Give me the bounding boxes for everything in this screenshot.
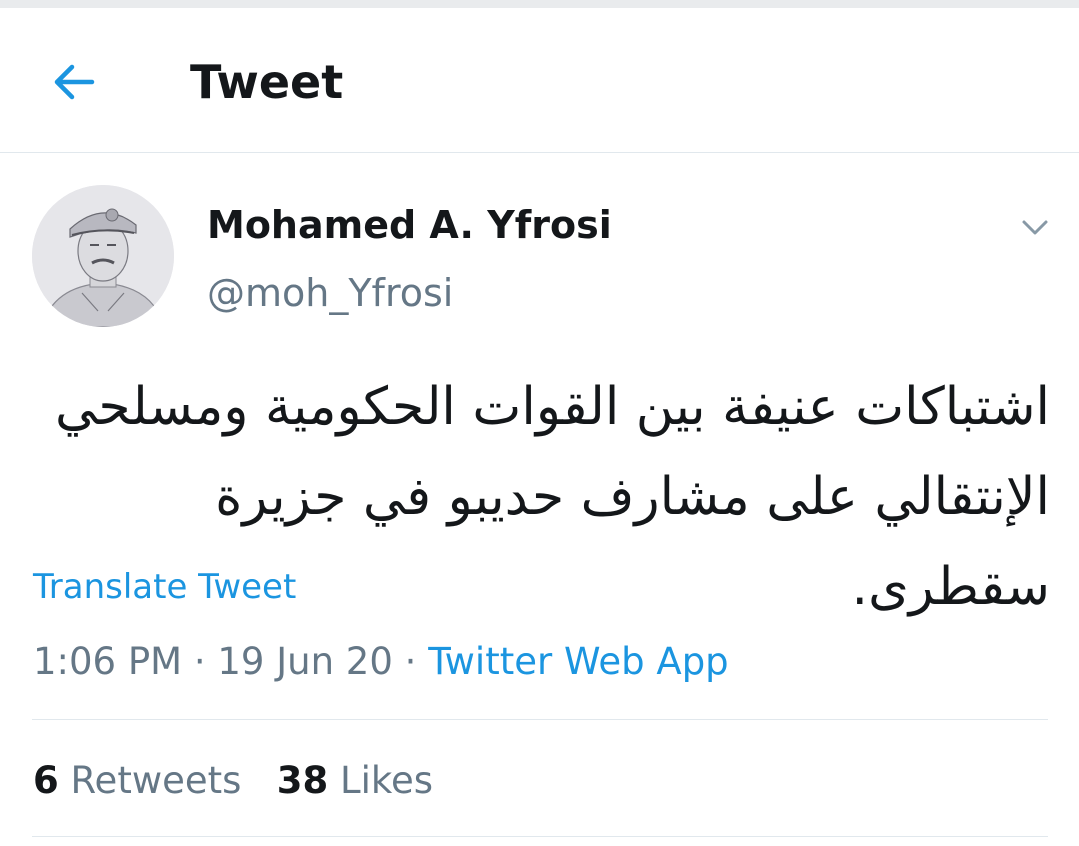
app-header: Tweet (0, 8, 1079, 153)
author-name[interactable]: Mohamed A. Yfrosi (207, 200, 612, 250)
tweet-stats: 6 Retweets 38 Likes (33, 755, 433, 807)
likes-count: 38 (276, 759, 329, 802)
divider (32, 836, 1048, 837)
tweet-source-link[interactable]: Twitter Web App (428, 640, 728, 683)
likes-stat[interactable]: 38 Likes (277, 759, 433, 802)
author-avatar[interactable] (32, 185, 174, 327)
meta-separator: · (404, 640, 417, 683)
author-handle[interactable]: @moh_Yfrosi (207, 268, 453, 318)
tweet-date: 19 Jun 20 (217, 640, 393, 683)
tweet-time: 1:06 PM (33, 640, 183, 683)
back-arrow-icon[interactable] (48, 56, 100, 108)
retweets-count: 6 (33, 759, 59, 802)
retweets-label: Retweets (70, 759, 242, 802)
divider (32, 719, 1048, 720)
translate-tweet-link[interactable]: Translate Tweet (33, 564, 296, 610)
page-title: Tweet (190, 55, 344, 109)
chevron-down-icon[interactable] (1016, 208, 1054, 246)
meta-separator: · (193, 640, 206, 683)
likes-label: Likes (339, 759, 434, 802)
retweets-stat[interactable]: 6 Retweets (33, 759, 241, 802)
top-status-strip (0, 0, 1079, 8)
tweet-meta: 1:06 PM · 19 Jun 20 · Twitter Web App (33, 636, 729, 688)
